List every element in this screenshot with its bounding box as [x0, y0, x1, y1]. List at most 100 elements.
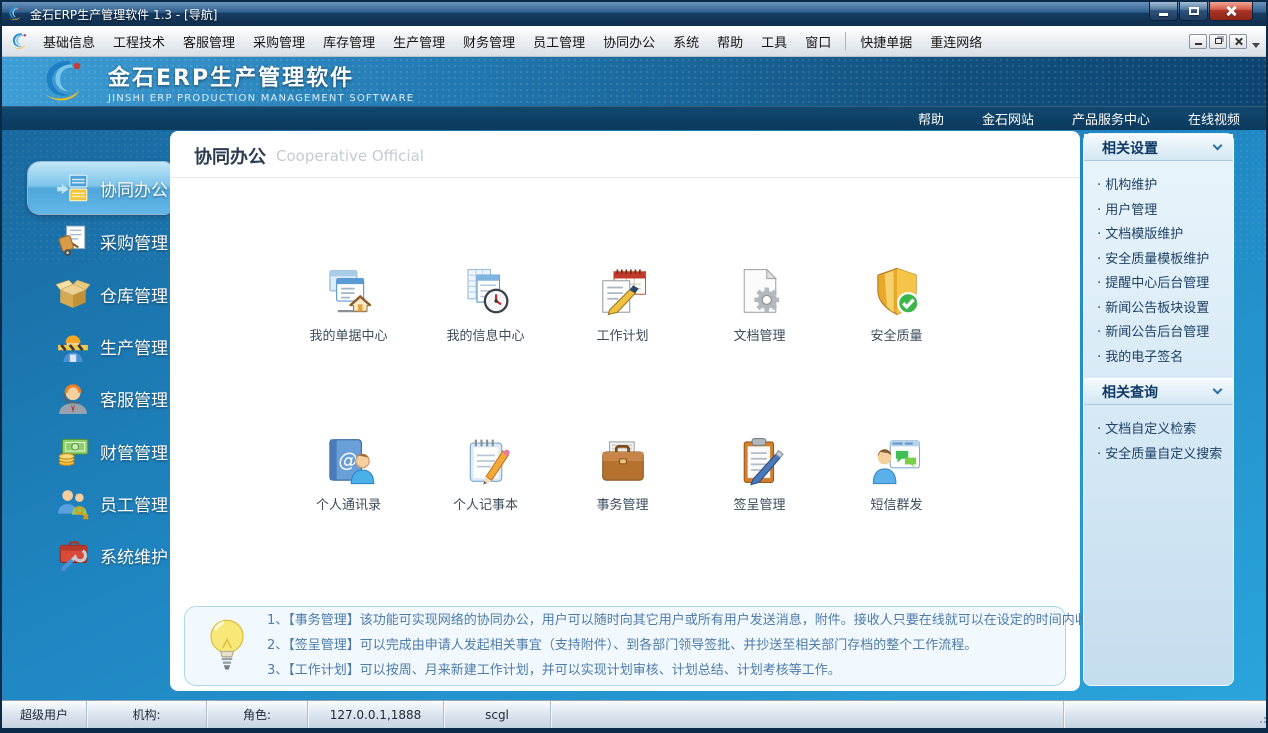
- menu-item-tools[interactable]: 工具: [752, 27, 796, 56]
- app-label: 文档管理: [733, 329, 786, 344]
- app-window: 金石ERP生产管理软件 1.3 - [导航] 基础信息 工程技术 客服管理 采购…: [0, 0, 1268, 733]
- related-settings-header[interactable]: 相关设置: [1084, 134, 1233, 161]
- status-bar: 超级用户 机构: 角色: 127.0.0.1,1888 scgl: [2, 700, 1266, 728]
- menu-item-help[interactable]: 帮助: [708, 27, 752, 56]
- app-document-management[interactable]: 文档管理: [691, 265, 828, 344]
- mdi-restore-button[interactable]: [1209, 33, 1227, 49]
- link-my-signature[interactable]: 我的电子签名: [1097, 346, 1233, 371]
- mdi-close-button[interactable]: [1229, 33, 1247, 49]
- sidebar-item-cooperative-office[interactable]: 协同办公: [28, 162, 172, 214]
- link-org-maintenance[interactable]: 机构维护: [1097, 174, 1233, 199]
- mdi-minimize-button[interactable]: [1189, 33, 1207, 49]
- related-query-list: 文档自定义检索 安全质量自定义搜索: [1084, 418, 1233, 467]
- status-empty-segment: [551, 701, 1064, 728]
- header-link-website[interactable]: 金石网站: [982, 109, 1034, 128]
- app-my-info-center[interactable]: 我的信息中心: [417, 265, 554, 344]
- app-work-plan[interactable]: 工作计划: [554, 265, 691, 344]
- app-safety-quality[interactable]: 安全质量: [828, 265, 965, 344]
- link-reminder-admin[interactable]: 提醒中心后台管理: [1097, 272, 1233, 297]
- app-personal-notepad[interactable]: 个人记事本: [417, 434, 554, 513]
- page-title: 协同办公: [194, 147, 266, 168]
- my-documents-center-icon: [328, 270, 372, 313]
- app-label: 短信群发: [870, 498, 923, 513]
- header-link-help[interactable]: 帮助: [918, 109, 944, 128]
- link-doc-custom-search[interactable]: 文档自定义检索: [1097, 418, 1233, 443]
- sidebar-item-staff[interactable]: 员工管理: [2, 477, 172, 529]
- link-safety-custom-search[interactable]: 安全质量自定义搜索: [1097, 443, 1233, 468]
- work-plan-icon: [601, 269, 646, 316]
- menu-item-inventory[interactable]: 库存管理: [314, 27, 384, 56]
- app-label: 签呈管理: [733, 498, 786, 513]
- sidebar-item-customer-service[interactable]: 客服管理: [2, 372, 172, 424]
- sidebar-item-label: 协同办公: [100, 180, 168, 201]
- my-info-center-icon: [466, 268, 508, 314]
- minimize-icon: [1159, 13, 1168, 16]
- menu-item-production[interactable]: 生产管理: [384, 27, 454, 56]
- related-settings-list: 机构维护 用户管理 文档模版维护 安全质量模板维护 提醒中心后台管理 新闻公告板…: [1084, 174, 1233, 370]
- page-subtitle: Cooperative Official: [276, 147, 424, 165]
- brand-logo-icon: [45, 60, 81, 100]
- link-safety-template-maintenance[interactable]: 安全质量模板维护: [1097, 248, 1233, 273]
- safety-quality-icon: [876, 267, 919, 316]
- menu-item-window[interactable]: 窗口: [796, 27, 840, 56]
- mdi-restore-icon: [1214, 38, 1222, 44]
- sidebar-item-purchasing[interactable]: 采购管理: [2, 215, 172, 267]
- menu-item-quick-docs[interactable]: 快捷单据: [851, 27, 921, 56]
- related-query-header[interactable]: 相关查询: [1084, 378, 1233, 405]
- menu-item-customer-service[interactable]: 客服管理: [174, 27, 244, 56]
- menubar-overflow-arrow-icon[interactable]: [1252, 42, 1260, 48]
- menu-separator: [845, 32, 847, 50]
- app-my-documents-center[interactable]: 我的单据中心: [280, 265, 417, 344]
- link-news-admin[interactable]: 新闻公告后台管理: [1097, 321, 1233, 346]
- maximize-button[interactable]: [1179, 2, 1208, 21]
- status-role-label: 角色:: [207, 701, 308, 728]
- customer-service-icon: [59, 384, 87, 414]
- mdi-minimize-icon: [1194, 43, 1202, 45]
- sidebar-item-finance[interactable]: 财管管理: [2, 425, 172, 477]
- sidebar-item-label: 生产管理: [100, 338, 168, 359]
- window-title: 金石ERP生产管理软件 1.3 - [导航]: [30, 7, 218, 22]
- close-button[interactable]: [1209, 2, 1253, 21]
- menu-item-reconnect[interactable]: 重连网络: [921, 27, 991, 56]
- sidebar-item-warehouse[interactable]: 仓库管理: [2, 268, 172, 320]
- link-user-management[interactable]: 用户管理: [1097, 199, 1233, 224]
- app-grid: 我的单据中心 我的信息中心 工作计划 文档管理 安全质量 @ 个人通讯录 个人记…: [280, 265, 965, 513]
- finance-icon: [58, 438, 89, 466]
- resize-grip[interactable]: [1260, 721, 1262, 723]
- app-label: 个人通讯录: [315, 498, 381, 513]
- menu-item-purchasing[interactable]: 采购管理: [244, 27, 314, 56]
- link-news-board-settings[interactable]: 新闻公告板块设置: [1097, 297, 1233, 322]
- app-sms-broadcast[interactable]: 短信群发: [828, 434, 965, 513]
- main-panel: 协同办公 Cooperative Official 我的单据中心 我的信息中心 …: [170, 131, 1114, 691]
- chevron-down-icon: [1212, 140, 1223, 151]
- svg-text:@: @: [338, 449, 357, 472]
- link-doc-template-maintenance[interactable]: 文档模版维护: [1097, 223, 1233, 248]
- production-icon: [58, 335, 88, 362]
- status-server-address: 127.0.0.1,1888: [308, 701, 444, 728]
- minimize-button[interactable]: [1149, 2, 1178, 21]
- mdi-close-icon: [1234, 37, 1242, 45]
- sidebar-item-system-maintenance[interactable]: 系统维护: [2, 529, 172, 581]
- app-label: 事务管理: [596, 498, 649, 513]
- app-sign-management[interactable]: 签呈管理: [691, 434, 828, 513]
- tips-box: 1、【事务管理】该功能可实现网络的协同办公，用户可以随时向其它用户或所有用户发送…: [184, 606, 1114, 686]
- sidebar-item-production[interactable]: 生产管理: [2, 320, 172, 372]
- app-affairs-management[interactable]: 事务管理: [554, 434, 691, 513]
- menu-item-system[interactable]: 系统: [664, 27, 708, 56]
- menu-item-engineering[interactable]: 工程技术: [104, 27, 174, 56]
- document-management-icon: [743, 268, 779, 313]
- header-link-service-center[interactable]: 产品服务中心: [1072, 109, 1150, 128]
- tip-line-3: 3、【工作计划】可以按周、月来新建工作计划，并可以实现计划审核、计划总结、计划考…: [267, 663, 841, 678]
- menu-item-basic-info[interactable]: 基础信息: [34, 27, 104, 56]
- menu-bar: 基础信息 工程技术 客服管理 采购管理 库存管理 生产管理 财务管理 员工管理 …: [2, 26, 1266, 57]
- menu-item-staff[interactable]: 员工管理: [524, 27, 594, 56]
- menu-item-cooperative[interactable]: 协同办公: [594, 27, 664, 56]
- app-personal-contacts[interactable]: @ 个人通讯录: [280, 434, 417, 513]
- menu-item-finance[interactable]: 财务管理: [454, 27, 524, 56]
- maximize-icon: [1188, 7, 1199, 15]
- header-link-online-video[interactable]: 在线视频: [1188, 109, 1240, 128]
- sidebar-item-label: 采购管理: [100, 233, 168, 254]
- tip-line-2: 2、【签呈管理】可以完成由申请人发起相关事宜（支持附件）、到各部门领导签批、并抄…: [267, 638, 978, 653]
- purchasing-icon: [58, 225, 86, 257]
- header-link-bar: 帮助 金石网站 产品服务中心 在线视频: [2, 106, 1266, 130]
